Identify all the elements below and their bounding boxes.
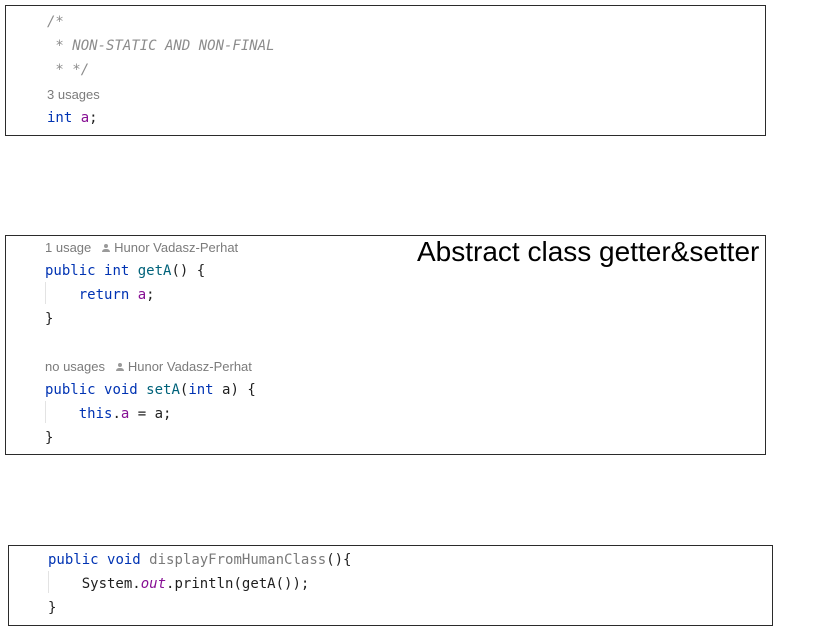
code-panel-display-method: public void displayFromHumanClass(){ Sys…: [8, 545, 773, 626]
method-name[interactable]: getA: [138, 263, 172, 279]
getter-usages-hint[interactable]: 1 usage: [45, 240, 91, 255]
person-icon: [115, 363, 124, 372]
system-class: System.: [81, 576, 141, 592]
signature-rest: () {: [171, 263, 206, 279]
field-name: a: [80, 110, 90, 126]
display-body: System.out.println(getA());: [48, 575, 310, 593]
setter-author-hint[interactable]: Hunor Vadasz-Perhat: [128, 359, 252, 374]
field-reference: a: [137, 287, 147, 303]
code-panel-getter-setter: Abstract class getter&setter 1 usage Hun…: [5, 235, 766, 455]
this-keyword: this: [78, 406, 113, 422]
type-keyword: int: [47, 110, 73, 126]
person-icon: [102, 244, 111, 253]
setter-usages-hint[interactable]: no usages: [45, 359, 105, 374]
dot: .: [112, 406, 121, 422]
usages-hint[interactable]: 3 usages: [47, 87, 100, 103]
field-declaration: int a;: [47, 109, 98, 127]
getter-close-brace: }: [45, 311, 54, 327]
type-keyword: void: [107, 552, 141, 568]
panel-title: Abstract class getter&setter: [417, 236, 760, 267]
param-rest: a) {: [213, 382, 256, 398]
method-name[interactable]: displayFromHumanClass: [149, 552, 326, 568]
return-keyword: return: [78, 287, 130, 303]
method-name[interactable]: setA: [146, 382, 180, 398]
getter-hints: 1 usage Hunor Vadasz-Perhat: [45, 240, 238, 256]
getter-body: return a;: [45, 286, 155, 304]
comment-open: /*: [47, 14, 64, 30]
type-keyword: void: [104, 382, 138, 398]
setter-body: this.a = a;: [45, 405, 172, 423]
getter-author-hint[interactable]: Hunor Vadasz-Perhat: [114, 240, 238, 255]
param-type-keyword: int: [188, 382, 214, 398]
setter-hints: no usages Hunor Vadasz-Perhat: [45, 359, 252, 375]
getter-signature: public int getA() {: [45, 262, 205, 280]
comment-body: * NON-STATIC AND NON-FINAL: [47, 38, 275, 54]
code-panel-field: /* * NON-STATIC AND NON-FINAL * */ 3 usa…: [5, 5, 766, 136]
static-field-out: out: [140, 576, 167, 592]
type-keyword: int: [104, 263, 130, 279]
semicolon: ;: [89, 110, 98, 126]
setter-signature: public void setA(int a) {: [45, 381, 256, 399]
semicolon: ;: [146, 287, 155, 303]
public-keyword: public: [45, 382, 96, 398]
display-close-brace: }: [48, 600, 57, 616]
println-call: .println(getA());: [166, 576, 310, 592]
public-keyword: public: [45, 263, 96, 279]
display-signature: public void displayFromHumanClass(){: [48, 551, 351, 569]
public-keyword: public: [48, 552, 99, 568]
signature-rest: (){: [326, 552, 352, 568]
comment-close: * */: [47, 62, 90, 78]
setter-close-brace: }: [45, 430, 54, 446]
assign-rest: = a;: [129, 406, 172, 422]
